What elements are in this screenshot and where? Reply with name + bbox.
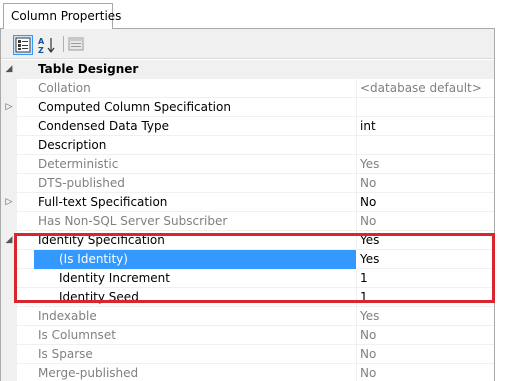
expand-triangle-icon[interactable]: ▷ bbox=[3, 196, 15, 208]
property-value[interactable]: int bbox=[360, 117, 376, 136]
property-value[interactable]: Yes bbox=[360, 307, 379, 326]
column-divider[interactable] bbox=[356, 345, 357, 364]
property-value[interactable]: No bbox=[360, 174, 376, 193]
column-divider[interactable] bbox=[356, 269, 357, 288]
property-value[interactable]: <database default> bbox=[360, 79, 482, 98]
categorized-icon bbox=[15, 37, 31, 53]
property-name: Full-text Specification bbox=[38, 195, 168, 209]
row-margin bbox=[1, 155, 17, 174]
column-divider[interactable] bbox=[356, 231, 357, 250]
property-row[interactable]: Deterministic Yes bbox=[1, 155, 494, 174]
property-value[interactable]: Yes bbox=[360, 231, 379, 250]
property-name: Collation bbox=[38, 81, 91, 95]
property-row[interactable]: Collation <database default> bbox=[1, 79, 494, 98]
property-value[interactable]: 1 bbox=[360, 269, 368, 288]
property-value[interactable]: 1 bbox=[360, 288, 368, 307]
property-name: Is Sparse bbox=[38, 347, 93, 361]
row-margin bbox=[1, 136, 17, 155]
property-name: (Is Identity) bbox=[34, 250, 356, 269]
row-margin bbox=[1, 288, 17, 307]
row-margin bbox=[1, 117, 17, 136]
expand-triangle-icon[interactable]: ▷ bbox=[3, 101, 15, 113]
column-divider[interactable] bbox=[356, 98, 357, 117]
tab-column-properties[interactable]: Column Properties bbox=[3, 3, 121, 29]
property-row[interactable]: Identity Seed 1 bbox=[1, 288, 494, 307]
column-divider[interactable] bbox=[356, 193, 357, 212]
property-row[interactable]: ▷ Computed Column Specification bbox=[1, 98, 494, 117]
row-margin bbox=[1, 174, 17, 193]
property-name: Deterministic bbox=[38, 157, 119, 171]
property-row[interactable]: Description bbox=[1, 136, 494, 155]
row-margin bbox=[1, 250, 17, 269]
property-name: Has Non-SQL Server Subscriber bbox=[38, 214, 228, 228]
properties-toolbar: A Z bbox=[1, 29, 494, 59]
collapse-triangle-icon[interactable]: ◢ bbox=[3, 63, 15, 75]
svg-text:Z: Z bbox=[38, 46, 44, 55]
column-divider[interactable] bbox=[356, 212, 357, 231]
property-grid: ◢ Table Designer Collation <database defa… bbox=[1, 60, 494, 381]
row-margin bbox=[1, 307, 17, 326]
row-margin bbox=[1, 269, 17, 288]
svg-text:A: A bbox=[38, 37, 45, 46]
property-row[interactable]: Indexable Yes bbox=[1, 307, 494, 326]
property-value[interactable]: No bbox=[360, 345, 376, 364]
column-divider[interactable] bbox=[356, 155, 357, 174]
property-row[interactable]: DTS-published No bbox=[1, 174, 494, 193]
property-row[interactable]: ▷ Full-text Specification No bbox=[1, 193, 494, 212]
category-label: Table Designer bbox=[38, 62, 139, 76]
property-name: DTS-published bbox=[38, 176, 125, 190]
category-row-table-designer[interactable]: ◢ Table Designer bbox=[1, 60, 494, 79]
property-name: Description bbox=[38, 138, 107, 152]
property-name: Is Columnset bbox=[38, 328, 116, 342]
property-name: Merge-published bbox=[38, 366, 139, 380]
property-row[interactable]: Condensed Data Type int bbox=[1, 117, 494, 136]
properties-panel: A Z ◢ Table Designer Collation <database … bbox=[0, 29, 495, 381]
alphabetical-button[interactable]: A Z bbox=[37, 35, 57, 55]
row-margin bbox=[1, 326, 17, 345]
row-margin bbox=[1, 212, 17, 231]
property-name: Computed Column Specification bbox=[38, 100, 231, 114]
property-name: Identity Specification bbox=[38, 233, 165, 247]
column-divider[interactable] bbox=[356, 307, 357, 326]
property-row[interactable]: ◢ Identity Specification Yes bbox=[1, 231, 494, 250]
row-margin bbox=[1, 364, 17, 381]
property-value[interactable]: No bbox=[360, 326, 376, 345]
column-divider[interactable] bbox=[356, 364, 357, 381]
property-row[interactable]: Identity Increment 1 bbox=[1, 269, 494, 288]
property-name: Identity Seed bbox=[59, 290, 139, 304]
property-value[interactable]: No bbox=[360, 364, 376, 381]
document-tabstrip: Column Properties bbox=[0, 0, 514, 29]
column-divider[interactable] bbox=[356, 174, 357, 193]
row-margin bbox=[1, 345, 17, 364]
row-margin bbox=[1, 79, 17, 98]
categorized-button[interactable] bbox=[13, 35, 33, 55]
property-value[interactable]: No bbox=[360, 193, 376, 212]
property-row[interactable]: Is Columnset No bbox=[1, 326, 494, 345]
property-value[interactable]: Yes bbox=[360, 250, 379, 269]
property-name: Condensed Data Type bbox=[38, 119, 170, 133]
sort-az-icon: A Z bbox=[38, 37, 55, 55]
property-name: Identity Increment bbox=[59, 271, 170, 285]
toolbar-separator bbox=[63, 36, 64, 52]
property-name: Indexable bbox=[38, 309, 97, 323]
column-divider[interactable] bbox=[356, 117, 357, 136]
column-divider[interactable] bbox=[356, 288, 357, 307]
property-row[interactable]: (Is Identity) Yes bbox=[1, 250, 494, 269]
column-divider[interactable] bbox=[356, 79, 357, 98]
property-pages-button[interactable] bbox=[67, 35, 87, 55]
property-value[interactable]: No bbox=[360, 212, 376, 231]
property-row[interactable]: Has Non-SQL Server Subscriber No bbox=[1, 212, 494, 231]
property-row[interactable]: Merge-published No bbox=[1, 364, 494, 381]
column-divider[interactable] bbox=[356, 136, 357, 155]
collapse-triangle-icon[interactable]: ◢ bbox=[3, 234, 15, 246]
property-row[interactable]: Is Sparse No bbox=[1, 345, 494, 364]
column-divider[interactable] bbox=[356, 326, 357, 345]
property-pages-icon bbox=[68, 37, 84, 51]
property-value[interactable]: Yes bbox=[360, 155, 379, 174]
